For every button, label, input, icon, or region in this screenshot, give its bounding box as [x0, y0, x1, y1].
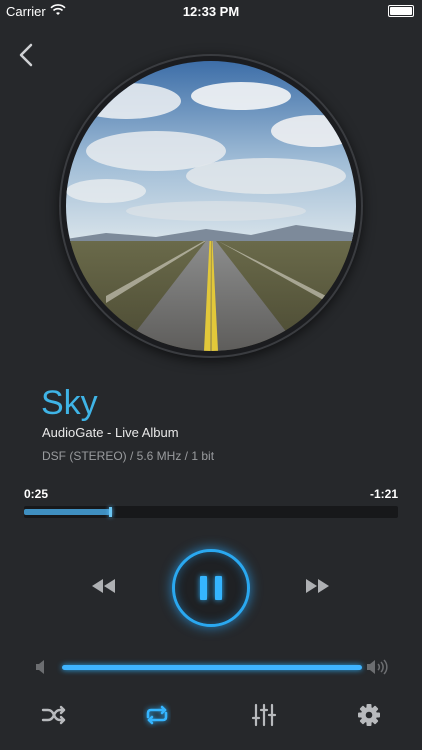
- rewind-button[interactable]: [91, 578, 117, 594]
- equalizer-button[interactable]: [250, 702, 278, 728]
- chevron-left-icon: [19, 43, 33, 67]
- track-album: AudioGate - Live Album: [42, 425, 179, 440]
- progress-scrubber[interactable]: [24, 506, 398, 518]
- back-button[interactable]: [14, 40, 40, 70]
- shuffle-button[interactable]: [40, 702, 68, 728]
- elapsed-time: 0:25: [24, 487, 49, 501]
- track-title: Sky: [41, 384, 98, 422]
- volume-low-icon: [36, 660, 44, 674]
- progress-knob[interactable]: [109, 507, 113, 517]
- gear-icon: [358, 704, 380, 726]
- pause-button[interactable]: [172, 549, 250, 627]
- equalizer-icon: [251, 703, 277, 727]
- volume-fill: [62, 665, 362, 670]
- repeat-button[interactable]: [143, 702, 171, 728]
- track-format: DSF (STEREO) / 5.6 MHz / 1 bit: [42, 449, 215, 463]
- status-bar: Carrier 12:33 PM: [0, 0, 422, 22]
- remaining-time: -1:21: [369, 487, 398, 501]
- settings-button[interactable]: [355, 702, 383, 728]
- fast-forward-button[interactable]: [304, 578, 330, 594]
- volume-high-icon: [367, 659, 388, 675]
- rewind-icon: [92, 579, 115, 593]
- progress-fill: [24, 509, 111, 515]
- shuffle-icon: [41, 705, 66, 725]
- volume-slider[interactable]: [62, 665, 362, 670]
- battery-icon: [388, 5, 414, 17]
- status-time: 12:33 PM: [182, 4, 240, 19]
- repeat-icon: [146, 705, 168, 725]
- fast-forward-icon: [306, 579, 329, 593]
- album-art: [66, 61, 356, 351]
